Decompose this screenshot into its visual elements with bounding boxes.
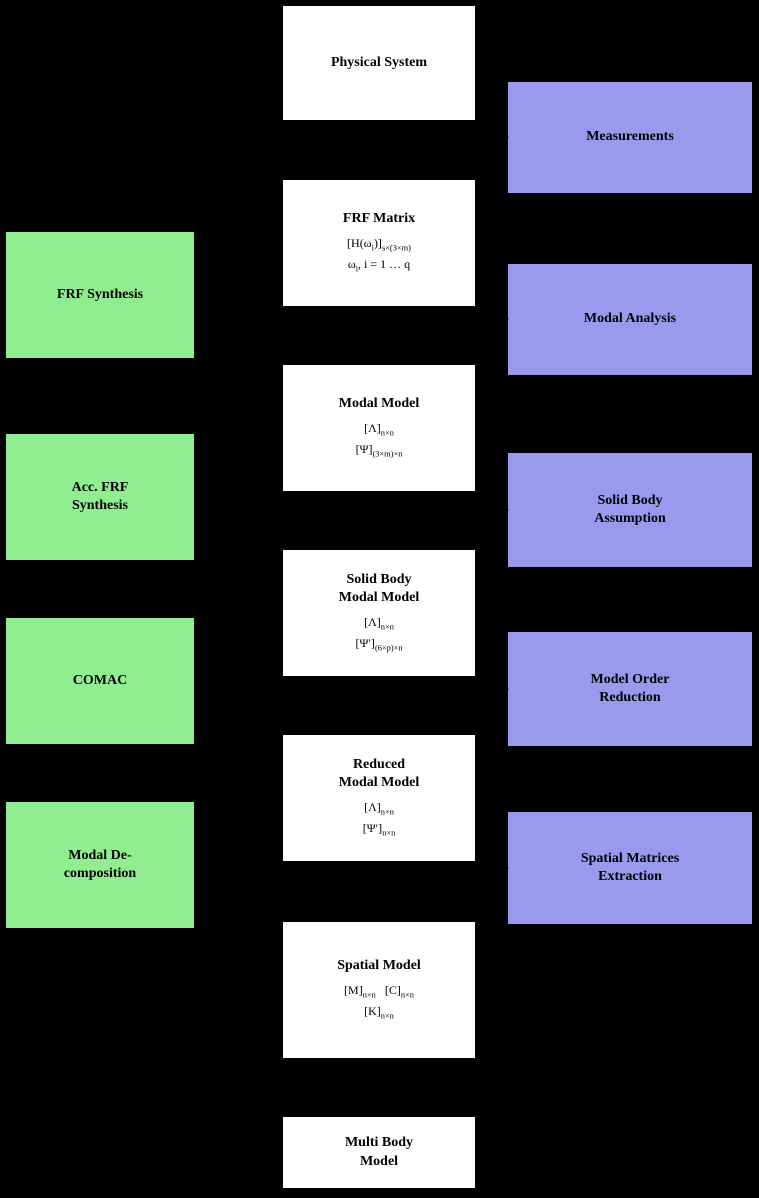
modal-model-box: Modal Model [Λ]n×n [Ψ](3×m)×n bbox=[281, 363, 477, 493]
frf-matrix-box: FRF Matrix [H(ωi)]s×(3×m) ωi, i = 1 … q bbox=[281, 178, 477, 308]
diagram-container: Physical System FRF Matrix [H(ωi)]s×(3×m… bbox=[0, 0, 759, 1198]
multi-body-model-box: Multi BodyModel bbox=[281, 1115, 477, 1190]
reduced-modal-model-content: [Λ]n×n [Ψ′]n×n bbox=[363, 798, 396, 840]
spatial-model-title: Spatial Model bbox=[337, 957, 421, 975]
modal-decomposition-title: Modal De-composition bbox=[64, 847, 136, 883]
solid-body-modal-model-box: Solid BodyModal Model [Λ]n×n [Ψ′](6×p)×n bbox=[281, 548, 477, 678]
physical-system-title: Physical System bbox=[331, 54, 427, 72]
reduced-modal-model-box: ReducedModal Model [Λ]n×n [Ψ′]n×n bbox=[281, 733, 477, 863]
solid-body-modal-model-title: Solid BodyModal Model bbox=[339, 571, 420, 607]
measurements-box: Measurements bbox=[506, 80, 754, 195]
spatial-matrices-extraction-box: Spatial MatricesExtraction bbox=[506, 810, 754, 926]
modal-analysis-box: Modal Analysis bbox=[506, 262, 754, 377]
model-order-reduction-box: Model OrderReduction bbox=[506, 630, 754, 748]
modal-analysis-title: Modal Analysis bbox=[584, 310, 676, 328]
multi-body-model-title: Multi BodyModel bbox=[345, 1134, 413, 1170]
acc-frf-synthesis-box: Acc. FRFSynthesis bbox=[4, 432, 196, 562]
reduced-modal-model-title: ReducedModal Model bbox=[339, 756, 420, 792]
modal-model-title: Modal Model bbox=[339, 395, 420, 413]
spatial-matrices-extraction-title: Spatial MatricesExtraction bbox=[581, 850, 679, 886]
modal-decomposition-box: Modal De-composition bbox=[4, 800, 196, 930]
physical-system-box: Physical System bbox=[281, 4, 477, 122]
spatial-model-content: [M]n×n [C]n×n [K]n×n bbox=[344, 981, 414, 1023]
spatial-model-box: Spatial Model [M]n×n [C]n×n [K]n×n bbox=[281, 920, 477, 1060]
measurements-title: Measurements bbox=[586, 128, 674, 146]
frf-synthesis-title: FRF Synthesis bbox=[57, 286, 143, 304]
frf-matrix-content: [H(ωi)]s×(3×m) ωi, i = 1 … q bbox=[347, 234, 411, 276]
frf-synthesis-box: FRF Synthesis bbox=[4, 230, 196, 360]
acc-frf-synthesis-title: Acc. FRFSynthesis bbox=[72, 479, 129, 515]
model-order-reduction-title: Model OrderReduction bbox=[591, 671, 670, 707]
solid-body-assumption-box: Solid BodyAssumption bbox=[506, 451, 754, 569]
comac-title: COMAC bbox=[73, 672, 127, 690]
frf-matrix-title: FRF Matrix bbox=[343, 210, 415, 228]
solid-body-modal-model-content: [Λ]n×n [Ψ′](6×p)×n bbox=[355, 613, 402, 655]
solid-body-assumption-title: Solid BodyAssumption bbox=[594, 492, 666, 528]
comac-box: COMAC bbox=[4, 616, 196, 746]
modal-model-content: [Λ]n×n [Ψ](3×m)×n bbox=[356, 419, 403, 461]
